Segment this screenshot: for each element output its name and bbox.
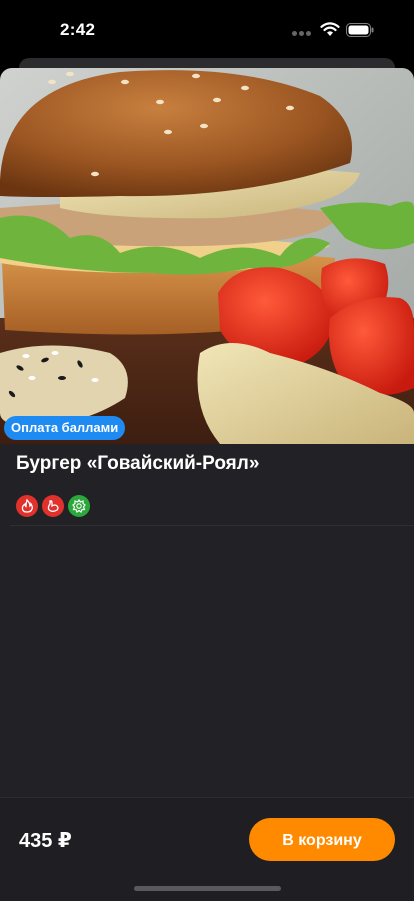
signal-dots-icon [292,31,316,37]
product-sheet: Оплата баллами Бургер «Говайский-Роял» [0,68,414,900]
add-to-cart-button[interactable]: В корзину [249,818,395,861]
status-time: 2:42 [60,20,96,39]
bottom-bar: 435 ₽ В корзину [0,797,414,901]
product-title: Бургер «Говайский-Роял» [16,453,260,474]
home-indicator[interactable] [134,886,281,891]
battery-icon [346,23,374,37]
spicy-icon [16,495,38,517]
divider [10,525,414,526]
wifi-icon [320,22,340,37]
points-payment-badge: Оплата баллами [4,416,126,440]
product-photo: Оплата баллами [0,68,414,444]
status-bar: 2:42 [0,0,414,58]
chicken-icon [42,495,64,517]
product-price: 435 ₽ [19,830,72,852]
vegetable-icon [68,495,90,517]
